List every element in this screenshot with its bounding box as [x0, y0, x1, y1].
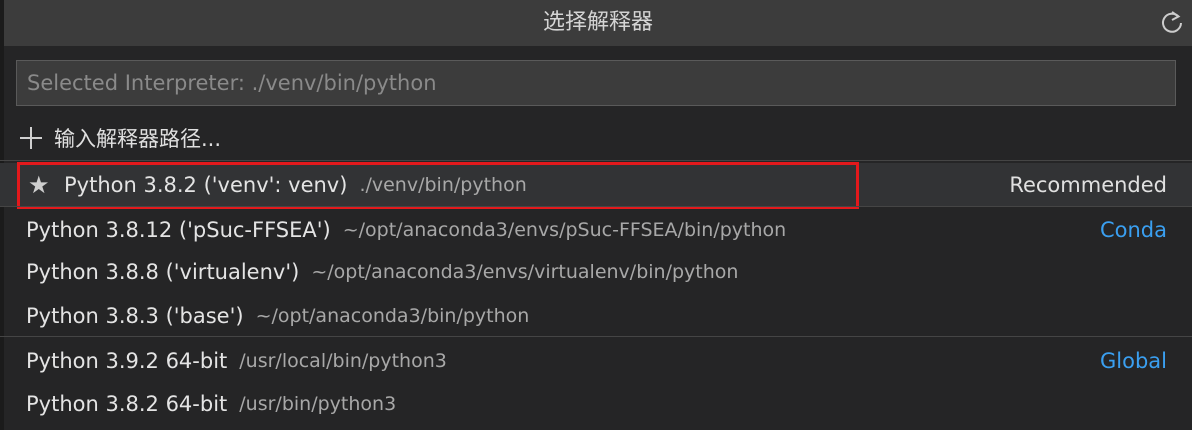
- interpreter-quick-pick: 选择解释器 输入解释器路径... ★ Python 3.8.2 ('venv':…: [0, 0, 1192, 430]
- list-item-python382[interactable]: Python 3.8.2 64-bit /usr/bin/python3: [0, 382, 1192, 426]
- star-icon: ★: [28, 171, 50, 199]
- item-path: /usr/bin/python3: [239, 393, 397, 415]
- item-label: Python 3.8.8 ('virtualenv'): [26, 260, 300, 284]
- separator: [0, 206, 1192, 207]
- enter-interpreter-path-option[interactable]: 输入解释器路径...: [18, 118, 221, 158]
- item-path: ~/opt/anaconda3/envs/virtualenv/bin/pyth…: [311, 261, 739, 283]
- refresh-button[interactable]: [1156, 7, 1188, 39]
- separator: [0, 336, 1192, 337]
- item-path: ~/opt/anaconda3/bin/python: [255, 305, 530, 327]
- search-box: [16, 60, 1176, 106]
- separator: [0, 160, 1192, 161]
- item-path: /usr/local/bin/python3: [239, 350, 447, 372]
- enter-path-label: 输入解释器路径...: [54, 127, 222, 151]
- item-label: Python 3.9.2 64-bit: [26, 349, 228, 373]
- list-item-python392[interactable]: Python 3.9.2 64-bit /usr/local/bin/pytho…: [0, 339, 1192, 383]
- item-label: Python 3.8.2 ('venv': venv): [64, 173, 348, 197]
- global-group-label: Global: [1100, 349, 1167, 373]
- refresh-icon: [1162, 11, 1182, 33]
- list-item-base[interactable]: Python 3.8.3 ('base') ~/opt/anaconda3/bi…: [0, 294, 1192, 338]
- list-item-psuc-ffsea[interactable]: Python 3.8.12 ('pSuc-FFSEA') ~/opt/anaco…: [0, 208, 1192, 252]
- list-item-venv[interactable]: ★ Python 3.8.2 ('venv': venv) ./venv/bin…: [0, 163, 1192, 207]
- conda-group-label: Conda: [1099, 218, 1167, 242]
- interpreter-search-input[interactable]: [17, 61, 1175, 105]
- item-label: Python 3.8.12 ('pSuc-FFSEA'): [26, 218, 331, 242]
- item-label: Python 3.8.3 ('base'): [26, 304, 244, 328]
- plus-icon: [20, 127, 42, 149]
- list-item-virtualenv[interactable]: Python 3.8.8 ('virtualenv') ~/opt/anacon…: [0, 250, 1192, 294]
- title-bar: 选择解释器: [4, 0, 1192, 46]
- item-path: ~/opt/anaconda3/envs/pSuc-FFSEA/bin/pyth…: [342, 219, 787, 241]
- recommended-badge: Recommended: [1009, 173, 1167, 197]
- item-label: Python 3.8.2 64-bit: [26, 392, 228, 416]
- quick-pick-title: 选择解释器: [542, 10, 653, 35]
- item-path: ./venv/bin/python: [359, 174, 527, 196]
